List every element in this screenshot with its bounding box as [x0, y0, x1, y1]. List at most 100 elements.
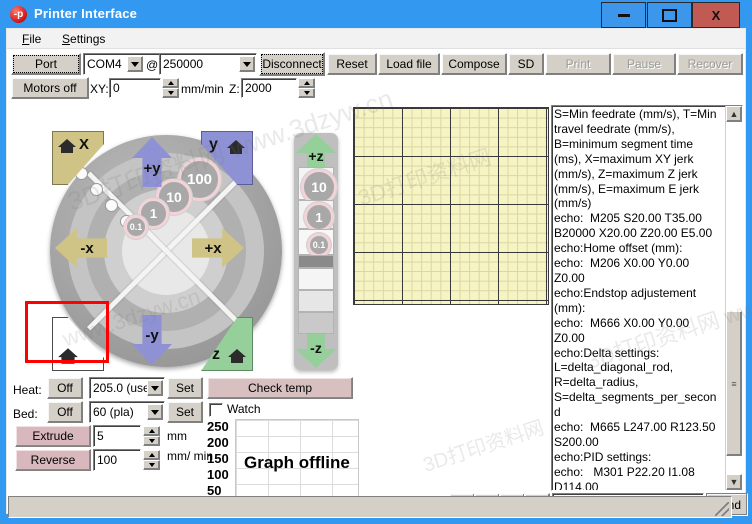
reset-button[interactable]: Reset — [327, 53, 377, 75]
load-file-button[interactable]: Load file — [378, 53, 440, 75]
xy-stepper-up-icon[interactable] — [162, 78, 179, 88]
at-symbol-label: @ — [146, 58, 159, 72]
jog-plus-x-label: +x — [204, 239, 222, 257]
graph-ytick: 150 — [207, 451, 229, 466]
reverse-stepper-up-icon[interactable] — [143, 450, 160, 460]
jog-minus-y-label: -y — [145, 326, 159, 344]
scroll-down-chevron-down-icon[interactable]: ▼ — [726, 474, 742, 490]
bed-set-button[interactable]: Set — [167, 401, 203, 423]
menu-bar: File Settings — [7, 29, 745, 49]
z-step-1[interactable]: 1 — [304, 202, 334, 232]
menu-settings[interactable]: Settings — [57, 31, 110, 47]
window-title: Printer Interface — [34, 6, 138, 21]
jog-step-0_1[interactable]: 0.1 — [124, 215, 148, 239]
home-icon — [228, 349, 246, 363]
port-button[interactable]: Port — [11, 53, 81, 75]
home-icon — [227, 140, 245, 154]
maximize-button[interactable] — [647, 2, 692, 28]
motors-off-button[interactable]: Motors off — [11, 77, 89, 99]
bed-toggle-button[interactable]: Off — [47, 401, 83, 423]
watch-label: Watch — [227, 402, 261, 416]
z-axis-control: +z 10 1 0.1 -z — [294, 133, 338, 370]
z-feedrate-label: Z: — [229, 82, 240, 96]
menu-settings-rest: ettings — [70, 32, 106, 46]
recover-button[interactable]: Recover — [677, 53, 743, 75]
printer-icon: -p — [10, 6, 27, 23]
baud-combo-chevron-down-icon[interactable] — [239, 56, 255, 72]
home-all-highlight-box — [25, 301, 109, 363]
pause-button[interactable]: Pause — [612, 53, 676, 75]
graph-ytick: 200 — [207, 435, 229, 450]
extrude-stepper[interactable] — [143, 426, 160, 446]
z-step-0_1[interactable]: 0.1 — [307, 233, 331, 257]
application-window: -p Printer Interface X File Settings Por… — [0, 0, 752, 524]
scrollbar-track-upper[interactable] — [726, 122, 742, 311]
reverse-stepper-down-icon[interactable] — [143, 460, 160, 470]
watch-checkbox[interactable] — [209, 403, 223, 417]
reverse-speed-input[interactable]: 100 — [93, 449, 141, 471]
minimize-icon — [617, 13, 630, 17]
console-output[interactable]: S=Min feedrate (mm/s), T=Min travel feed… — [551, 105, 743, 491]
title-bar: -p Printer Interface X — [0, 0, 752, 30]
z-feedrate-stepper[interactable] — [298, 78, 315, 98]
xy-stepper-down-icon[interactable] — [162, 88, 179, 98]
menu-file-rest: ile — [29, 32, 42, 46]
z-plus-button[interactable]: +z — [296, 134, 336, 168]
home-x-label: X — [79, 136, 90, 153]
xy-feedrate-stepper[interactable] — [162, 78, 179, 98]
close-button[interactable]: X — [692, 2, 740, 28]
z-plus-label: +z — [308, 147, 324, 164]
reverse-button[interactable]: Reverse — [15, 449, 91, 471]
compose-button[interactable]: Compose — [441, 53, 507, 75]
jog-minus-x-label: -x — [80, 239, 94, 257]
jog-bead — [90, 183, 103, 196]
check-temp-button[interactable]: Check temp — [207, 377, 353, 399]
bed-label: Bed: — [13, 407, 38, 421]
scrollbar-thumb[interactable]: ≡ — [726, 311, 742, 456]
z-slot-dark[interactable] — [298, 255, 334, 268]
extrude-stepper-down-icon[interactable] — [143, 436, 160, 446]
feedrate-unit-label: mm/min — [181, 82, 224, 96]
menu-file[interactable]: File — [17, 31, 46, 47]
heat-label: Heat: — [13, 383, 42, 397]
z-stepper-down-icon[interactable] — [298, 88, 315, 98]
status-bar — [8, 496, 732, 518]
console-scrollbar[interactable]: ▲ ≡ ▼ — [725, 106, 742, 490]
maximize-icon — [662, 8, 677, 22]
extrude-button[interactable]: Extrude — [15, 425, 91, 447]
client-area: File Settings Port COM4 @ 250000 Disconn… — [6, 28, 748, 516]
resize-grip[interactable] — [715, 502, 729, 516]
scroll-up-chevron-up-icon[interactable]: ▲ — [726, 106, 742, 122]
heat-preset-chevron-down-icon[interactable] — [147, 380, 163, 396]
minimize-button[interactable] — [601, 2, 646, 28]
reverse-stepper[interactable] — [143, 450, 160, 470]
graph-ytick: 100 — [207, 467, 229, 482]
console-text: S=Min feedrate (mm/s), T=Min travel feed… — [554, 107, 717, 491]
xy-feedrate-input[interactable]: 0 — [109, 78, 161, 98]
scrollbar-track-lower[interactable] — [726, 456, 742, 474]
bed-preset-chevron-down-icon[interactable] — [147, 404, 163, 420]
z-slot-7[interactable] — [298, 312, 334, 334]
disconnect-button[interactable]: Disconnect — [259, 52, 325, 76]
z-feedrate-input[interactable]: 2000 — [241, 78, 297, 98]
home-y-label: y — [209, 136, 218, 153]
heat-set-button[interactable]: Set — [167, 377, 203, 399]
z-minus-label: -z — [310, 339, 322, 356]
z-slot-6[interactable] — [298, 290, 334, 312]
graph-offline-label: Graph offline — [244, 453, 350, 472]
z-stepper-up-icon[interactable] — [298, 78, 315, 88]
jog-bead — [105, 199, 118, 212]
port-combo-chevron-down-icon[interactable] — [127, 56, 143, 72]
extrude-unit-label: mm — [167, 429, 187, 443]
bed-grid-preview[interactable] — [353, 107, 549, 305]
extrude-stepper-up-icon[interactable] — [143, 426, 160, 436]
heat-toggle-button[interactable]: Off — [47, 377, 83, 399]
xy-feedrate-label: XY: — [90, 82, 109, 96]
z-slot-5[interactable] — [298, 268, 334, 290]
graph-ytick: 250 — [207, 419, 229, 434]
sd-button[interactable]: SD — [508, 53, 544, 75]
z-minus-button[interactable]: -z — [296, 334, 336, 368]
print-button[interactable]: Print — [545, 53, 611, 75]
jog-plus-y-label: +y — [143, 159, 161, 177]
extrude-amount-input[interactable]: 5 — [93, 425, 141, 447]
